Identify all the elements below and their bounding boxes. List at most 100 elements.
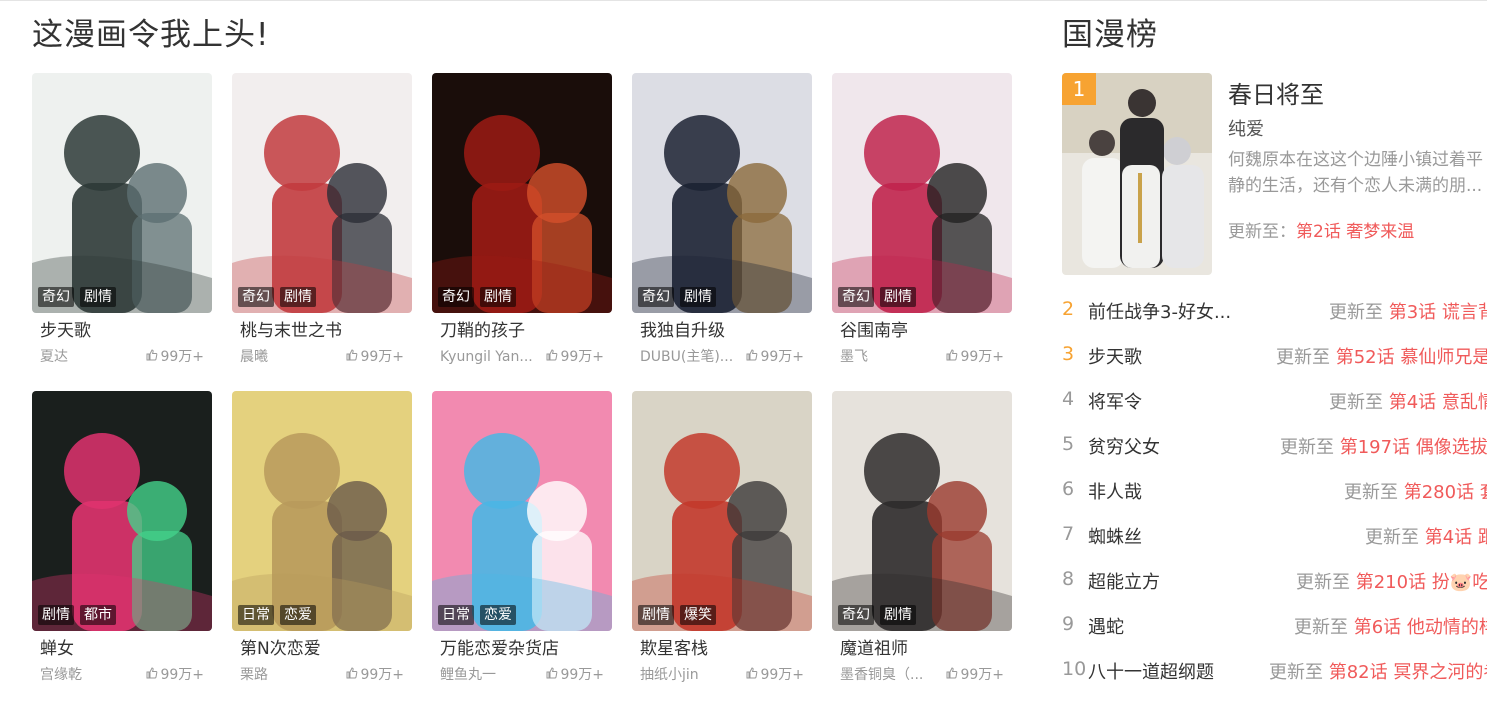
featured-cover-image[interactable]: 1 (1062, 73, 1212, 275)
featured-update-value[interactable]: 第2话 奢梦来温 (1296, 222, 1414, 242)
rank-update-value[interactable]: 第4话 意乱情迷 (1389, 392, 1487, 413)
comic-title[interactable]: 万能恋爱杂货店 (432, 638, 612, 660)
comic-card[interactable]: 奇幻 剧情 魔道祖师 墨香铜臭（... 99万+ (832, 391, 1012, 691)
comic-cover-image[interactable]: 奇幻 剧情 (832, 391, 1012, 631)
featured-title[interactable]: 春日将至 (1228, 75, 1324, 110)
genre-tag[interactable]: 恋爱 (480, 605, 516, 625)
featured-comic[interactable]: 1 春日将至 纯爱 何魏原本在这这个边陲小镇过着平静的生活，还有个恋人未满的朋.… (1062, 73, 1487, 275)
comic-card[interactable]: 日常 恋爱 万能恋爱杂货店 鲤鱼丸一 99万+ (432, 391, 612, 691)
genre-tag[interactable]: 剧情 (80, 287, 116, 307)
comic-title[interactable]: 我独自升级 (632, 320, 812, 342)
genre-tag[interactable]: 剧情 (38, 605, 74, 625)
rank-comic-name[interactable]: 超能立方 (1088, 568, 1160, 594)
comic-author[interactable]: Kyungil Yan... (440, 348, 533, 366)
comic-title[interactable]: 蝉女 (32, 638, 212, 660)
rank-comic-name[interactable]: 遇蛇 (1088, 613, 1124, 639)
rank-update[interactable]: 更新至 第280话 套 (1344, 478, 1487, 504)
genre-tag[interactable]: 奇幻 (38, 287, 74, 307)
rank-row[interactable]: 10八十一道超纲题 更新至 第82话 冥界之河的考验 (1062, 658, 1487, 703)
genre-tag[interactable]: 奇幻 (438, 287, 474, 307)
comic-card[interactable]: 奇幻 剧情 步天歌 夏达 99万+ (32, 73, 212, 373)
comic-author[interactable]: 宫缘乾 (40, 666, 82, 684)
comic-card[interactable]: 奇幻 剧情 我独自升级 DUBU(主笔)... 99万+ (632, 73, 812, 373)
comic-author[interactable]: DUBU(主笔)... (640, 348, 733, 366)
genre-tag[interactable]: 爆笑 (680, 605, 716, 625)
featured-update[interactable]: 更新至：第2话 奢梦来温 (1228, 217, 1414, 242)
comic-cover-image[interactable]: 奇幻 剧情 (832, 73, 1012, 313)
rank-update[interactable]: 更新至 第6话 他动情的样 (1294, 613, 1487, 639)
genre-tag[interactable]: 剧情 (638, 605, 674, 625)
rank-row[interactable]: 5 贫穷父女 更新至 第197话 偶像选拔赛 (1062, 433, 1487, 478)
comic-author[interactable]: 墨飞 (840, 348, 868, 366)
comic-title[interactable]: 第N次恋爱 (232, 638, 412, 660)
genre-tag[interactable]: 剧情 (880, 605, 916, 625)
rank-row[interactable]: 8 超能立方 更新至 第210话 扮🐷吃 (1062, 568, 1487, 613)
rank-update-value[interactable]: 第82话 冥界之河的考验 (1329, 662, 1487, 683)
genre-tag[interactable]: 奇幻 (838, 605, 874, 625)
comic-cover-image[interactable]: 奇幻 剧情 (32, 73, 212, 313)
rank-row[interactable]: 4 将军令 更新至 第4话 意乱情迷 (1062, 388, 1487, 433)
comic-card[interactable]: 奇幻 剧情 刀鞘的孩子 Kyungil Yan... 99万+ (432, 73, 612, 373)
genre-tag[interactable]: 恋爱 (280, 605, 316, 625)
rank-update[interactable]: 更新至 第210话 扮🐷吃 (1296, 568, 1487, 594)
comic-title[interactable]: 刀鞘的孩子 (432, 320, 612, 342)
rank-update-value[interactable]: 第210话 扮🐷吃 (1356, 572, 1487, 593)
rank-update-value[interactable]: 第6话 他动情的样 (1354, 617, 1487, 638)
comic-title[interactable]: 步天歌 (32, 320, 212, 342)
rank-update-value[interactable]: 第3话 谎言背 (1389, 302, 1487, 323)
rank-update-value[interactable]: 第197话 偶像选拔赛 (1340, 437, 1487, 458)
rank-row[interactable]: 7 蜘蛛丝 更新至 第4话 跟 (1062, 523, 1487, 568)
rank-comic-name[interactable]: 步天歌 (1088, 343, 1142, 369)
comic-author[interactable]: 夏达 (40, 348, 68, 366)
comic-card[interactable]: 奇幻 剧情 桃与末世之书 晨曦 99万+ (232, 73, 412, 373)
rank-comic-name[interactable]: 非人哉 (1088, 478, 1142, 504)
comic-cover-image[interactable]: 奇幻 剧情 (432, 73, 612, 313)
rank-row[interactable]: 6 非人哉 更新至 第280话 套 (1062, 478, 1487, 523)
genre-tag[interactable]: 剧情 (680, 287, 716, 307)
rank-update-value[interactable]: 第4话 跟 (1425, 527, 1487, 548)
comic-card[interactable]: 日常 恋爱 第N次恋爱 栗路 99万+ (232, 391, 412, 691)
rank-comic-name[interactable]: 前任战争3-好女... (1088, 298, 1231, 324)
comic-author[interactable]: 栗路 (240, 666, 268, 684)
rank-comic-name[interactable]: 贫穷父女 (1088, 433, 1160, 459)
comic-card[interactable]: 剧情 爆笑 欺星客栈 抽纸小jin 99万+ (632, 391, 812, 691)
comic-cover-image[interactable]: 剧情 爆笑 (632, 391, 812, 631)
comic-title[interactable]: 桃与末世之书 (232, 320, 412, 342)
rank-comic-name[interactable]: 蜘蛛丝 (1088, 523, 1142, 549)
comic-card[interactable]: 剧情 都市 蝉女 宫缘乾 99万+ (32, 391, 212, 691)
comic-title[interactable]: 谷围南亭 (832, 320, 1012, 342)
rank-update-value[interactable]: 第52话 慕仙师兄是谁 (1336, 347, 1487, 368)
comic-title[interactable]: 魔道祖师 (832, 638, 1012, 660)
rank-update[interactable]: 更新至 第4话 跟 (1365, 523, 1487, 549)
rank-update-value[interactable]: 第280话 套 (1404, 482, 1487, 503)
genre-tag[interactable]: 剧情 (880, 287, 916, 307)
comic-author[interactable]: 墨香铜臭（... (840, 666, 923, 684)
rank-update[interactable]: 更新至 第4话 意乱情迷 (1329, 388, 1487, 414)
genre-tag[interactable]: 奇幻 (238, 287, 274, 307)
comic-cover-image[interactable]: 日常 恋爱 (432, 391, 612, 631)
rank-update[interactable]: 更新至 第52话 慕仙师兄是谁 (1276, 343, 1487, 369)
genre-tag[interactable]: 剧情 (280, 287, 316, 307)
rank-update[interactable]: 更新至 第197话 偶像选拔赛 (1280, 433, 1487, 459)
rank-comic-name[interactable]: 八十一道超纲题 (1088, 658, 1214, 684)
genre-tag[interactable]: 日常 (238, 605, 274, 625)
comic-card[interactable]: 奇幻 剧情 谷围南亭 墨飞 99万+ (832, 73, 1012, 373)
genre-tag[interactable]: 剧情 (480, 287, 516, 307)
comic-cover-image[interactable]: 奇幻 剧情 (232, 73, 412, 313)
comic-title[interactable]: 欺星客栈 (632, 638, 812, 660)
comic-cover-image[interactable]: 剧情 都市 (32, 391, 212, 631)
comic-cover-image[interactable]: 日常 恋爱 (232, 391, 412, 631)
genre-tag[interactable]: 奇幻 (838, 287, 874, 307)
rank-row[interactable]: 2 前任战争3-好女... 更新至 第3话 谎言背 (1062, 298, 1487, 343)
genre-tag[interactable]: 日常 (438, 605, 474, 625)
rank-update[interactable]: 更新至 第82话 冥界之河的考验 (1269, 658, 1487, 684)
rank-comic-name[interactable]: 将军令 (1088, 388, 1142, 414)
comic-author[interactable]: 鲤鱼丸一 (440, 666, 496, 684)
genre-tag[interactable]: 奇幻 (638, 287, 674, 307)
rank-row[interactable]: 9 遇蛇 更新至 第6话 他动情的样 (1062, 613, 1487, 658)
comic-author[interactable]: 抽纸小jin (640, 666, 699, 684)
genre-tag[interactable]: 都市 (80, 605, 116, 625)
comic-cover-image[interactable]: 奇幻 剧情 (632, 73, 812, 313)
rank-update[interactable]: 更新至 第3话 谎言背 (1329, 298, 1487, 324)
rank-row[interactable]: 3 步天歌 更新至 第52话 慕仙师兄是谁 (1062, 343, 1487, 388)
